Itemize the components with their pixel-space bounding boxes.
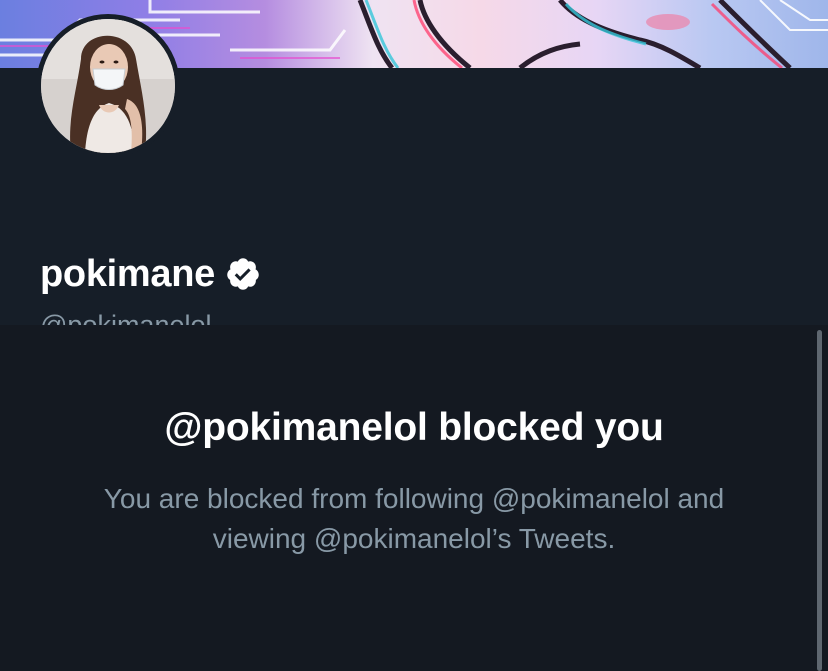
scrollbar[interactable] — [817, 330, 822, 671]
display-name: pokimane — [40, 253, 215, 295]
avatar-portrait-image — [41, 19, 175, 153]
avatar-photo — [41, 19, 175, 153]
blocked-notice: @pokimanelol blocked you You are blocked… — [0, 325, 828, 671]
verified-badge-icon — [227, 258, 259, 290]
display-name-row: pokimane — [40, 251, 261, 297]
profile-avatar[interactable] — [36, 14, 180, 158]
blocked-message: You are blocked from following @pokimane… — [103, 483, 725, 554]
profile-page: pokimane @pokimanelol blocked you You ar… — [0, 0, 828, 671]
blocked-title: @pokimanelol blocked you — [164, 406, 664, 449]
